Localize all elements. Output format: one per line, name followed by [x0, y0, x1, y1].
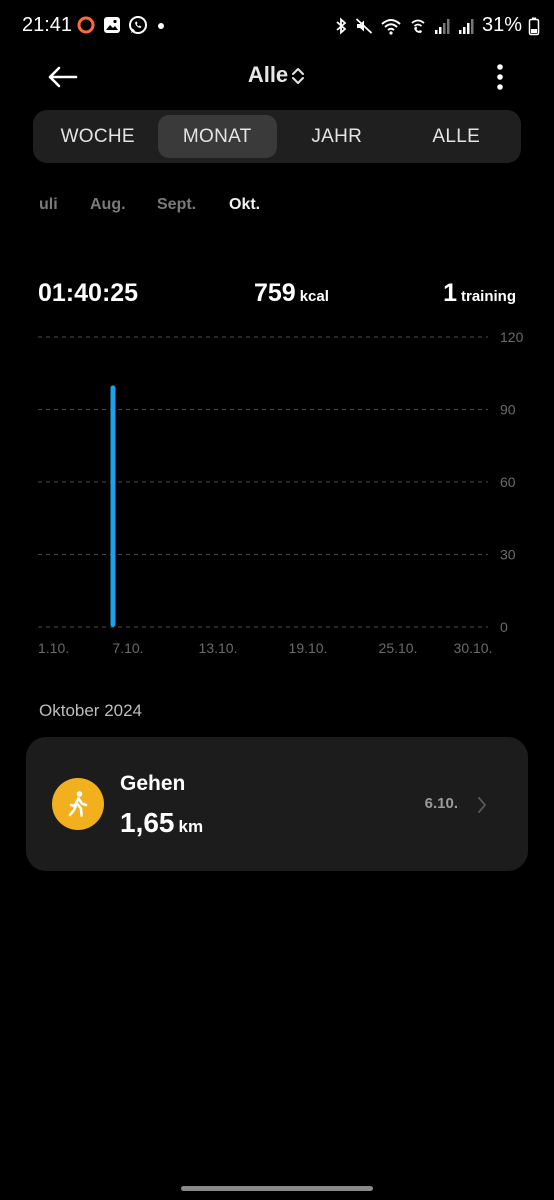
total-trainings: 1 training	[443, 279, 516, 308]
total-calories: 759 kcal	[254, 279, 329, 308]
bluetooth-icon	[336, 17, 347, 34]
distance-unit: km	[178, 817, 204, 836]
trainings-value: 1	[443, 279, 457, 307]
dot-icon	[158, 23, 164, 29]
whatsapp-icon	[129, 16, 147, 34]
battery-percent: 31%	[481, 14, 522, 36]
total-duration: 01:40:25	[38, 279, 138, 308]
tab-monat[interactable]: MONAT	[157, 115, 277, 158]
record-icon	[77, 16, 95, 34]
tab-alle[interactable]: ALLE	[397, 115, 517, 158]
trainings-unit: training	[461, 288, 516, 305]
tab-woche[interactable]: WOCHE	[38, 115, 158, 158]
y-tick-label: 60	[500, 474, 516, 490]
period-tabs: WOCHE MONAT JAHR ALLE	[33, 110, 521, 163]
calories-unit: kcal	[299, 288, 329, 305]
workout-card[interactable]: Gehen 1,65 km 6.10.	[26, 737, 528, 871]
y-tick-label: 120	[500, 329, 524, 345]
x-tick-label: 13.10.	[199, 640, 238, 656]
page-title: Alle	[247, 62, 289, 87]
month-okt[interactable]: Okt.	[229, 196, 260, 214]
more-vertical-icon	[497, 64, 503, 90]
monthly-activity-chart: 0 30 60 90 120 1.10. 7.10. 13.10. 19.10. 25.10. 30…	[0, 320, 554, 670]
month-selector: uli Aug. Sept. Okt.	[0, 196, 554, 220]
wifi-call-icon	[411, 19, 425, 33]
y-tick-label: 90	[500, 402, 516, 418]
month-sept[interactable]: Sept.	[157, 196, 196, 214]
month-juli[interactable]: uli	[39, 196, 58, 214]
section-label: Oktober 2024	[39, 701, 143, 720]
x-tick-label: 1.10.	[38, 640, 69, 656]
workout-distance: 1,65 km	[120, 807, 203, 839]
more-options-button[interactable]	[490, 62, 510, 92]
workout-date: 6.10.	[424, 795, 458, 812]
wifi-icon	[381, 18, 401, 35]
home-indicator[interactable]	[181, 1186, 373, 1191]
duration-value: 01:40:25	[38, 279, 139, 307]
calories-value: 759	[254, 279, 296, 307]
chevron-right-icon	[478, 797, 486, 813]
status-right-icons: 31%	[334, 14, 540, 37]
y-tick-label: 0	[500, 619, 508, 635]
app-header: Alle	[0, 52, 554, 102]
walking-icon	[68, 791, 88, 817]
x-tick-label: 7.10.	[112, 640, 143, 656]
battery-icon	[528, 17, 540, 35]
workout-title: Gehen	[120, 772, 186, 795]
mute-icon	[355, 17, 373, 34]
filter-selector[interactable]: Alle	[0, 62, 554, 88]
x-tick-label: 19.10.	[289, 640, 328, 656]
distance-value: 1,65	[120, 807, 175, 838]
x-tick-label: 30.10.	[454, 640, 493, 656]
signal-icon	[458, 18, 474, 34]
status-time: 21:41	[22, 14, 73, 36]
x-tick-label: 25.10.	[379, 640, 418, 656]
walking-icon-badge	[52, 778, 104, 830]
signal-icon	[434, 18, 450, 34]
status-bar: 21:41 31%	[0, 0, 554, 52]
sort-chevron-icon	[292, 68, 305, 85]
y-tick-label: 30	[500, 547, 516, 563]
chart-bar	[110, 385, 116, 627]
gallery-icon	[104, 17, 120, 33]
summary-stats: 01:40:25 759 kcal 1 training	[0, 279, 554, 314]
month-aug[interactable]: Aug.	[90, 196, 126, 214]
tab-jahr[interactable]: JAHR	[277, 115, 397, 158]
chart-svg: 0 30 60 90 120 1.10. 7.10. 13.10. 19.10. 25.10. 30…	[38, 329, 524, 656]
status-left-icons	[76, 15, 168, 35]
